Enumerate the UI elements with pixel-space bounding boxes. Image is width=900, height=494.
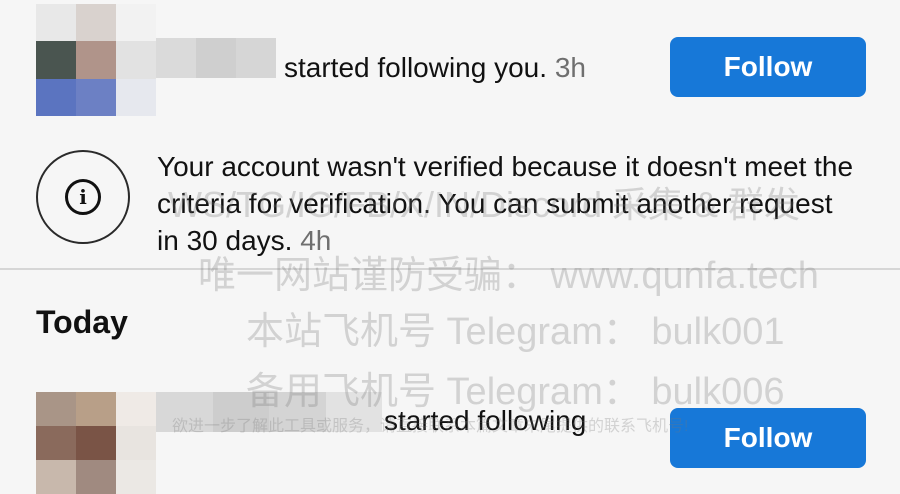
section-divider [0, 268, 900, 270]
timestamp: 4h [300, 225, 332, 256]
info-icon-container: i [36, 150, 130, 244]
username-redacted[interactable] [156, 38, 276, 78]
follow-notification-text: started following you. 3h [284, 52, 586, 83]
follow-button[interactable]: Follow [670, 37, 866, 97]
info-icon: i [65, 179, 101, 215]
avatar[interactable] [36, 392, 156, 494]
follow-button[interactable]: Follow [670, 408, 866, 468]
section-title-today: Today [36, 304, 128, 340]
timestamp: 3h [554, 52, 586, 83]
username-redacted[interactable] [156, 392, 382, 432]
follow-notification-text: started following [384, 405, 587, 436]
avatar[interactable] [36, 4, 156, 116]
watermark-line-3: 本站飞机号 Telegram： bulk001 [246, 311, 785, 353]
verification-message: Your account wasn't verified because it … [157, 151, 854, 256]
